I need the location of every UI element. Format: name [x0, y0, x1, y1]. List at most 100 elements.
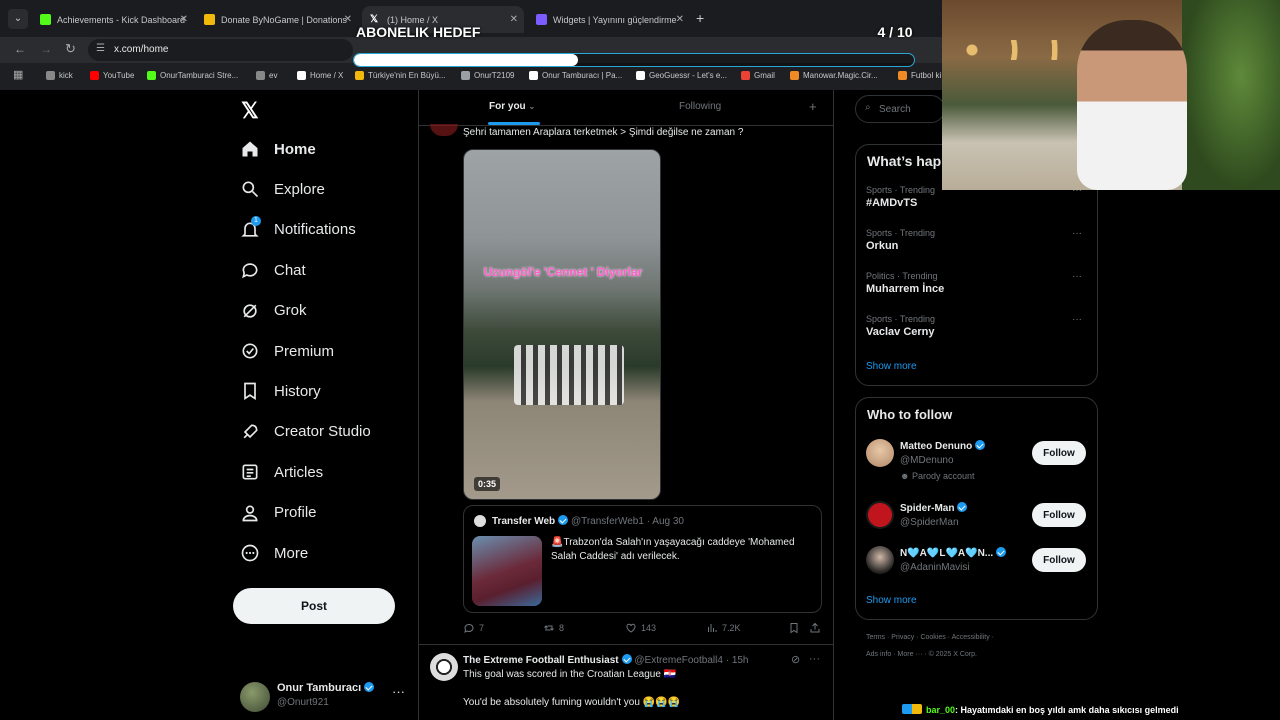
site-settings-icon[interactable]: ☰ [96, 43, 105, 54]
trend-item[interactable]: Sports · Trending Vaclav Cerny ··· [866, 314, 1086, 338]
bookmark-button[interactable] [788, 622, 804, 634]
more-dots-icon[interactable]: ··· [1072, 228, 1082, 239]
bookmark-item[interactable]: Gmail [741, 66, 775, 84]
tab-kick[interactable]: Achievements - Kick Dashboard ✕ [32, 6, 194, 33]
apps-icon[interactable]: ▦ [13, 68, 23, 81]
bookmark-item[interactable]: Futbol ki [898, 66, 941, 84]
more-dots-icon[interactable]: ··· [1072, 271, 1082, 282]
post-author-name[interactable]: The Extreme Football Enthusiast [463, 655, 619, 666]
bookmark-item[interactable]: GeoGuessr - Let's e... [636, 66, 727, 84]
bookmark-icon [244, 383, 256, 401]
forward-icon[interactable]: → [40, 42, 52, 56]
follow-button[interactable]: Follow [1032, 503, 1086, 527]
bookmark-item[interactable]: OnurTamburaci Stre... [147, 66, 238, 84]
post-video[interactable]: Uzungöl'e 'Cennet ' Diyorlar 0:35 [463, 149, 661, 500]
post-author-handle: @ExtremeFootball4 [634, 655, 723, 666]
bookmark-favicon-icon [741, 70, 750, 80]
sidebar-item-premium[interactable]: Premium [240, 333, 334, 369]
bookmark-favicon-icon [256, 70, 265, 80]
sidebar-item-grok[interactable]: Grok [240, 293, 307, 329]
post-avatar[interactable] [430, 653, 458, 681]
grok-icon[interactable]: ⊘ [791, 653, 800, 666]
add-feed-icon[interactable]: + [809, 99, 817, 114]
chevron-down-icon: ⌄ [528, 102, 536, 111]
webcam-plants [1182, 0, 1280, 190]
trend-item[interactable]: Politics · Trending Muharrem İnce ··· [866, 271, 1086, 295]
x-logo[interactable]: 𝕏 [241, 98, 259, 124]
sidebar-item-profile[interactable]: Profile [240, 495, 317, 531]
verified-badge-icon [558, 515, 569, 525]
verified-badge-icon [621, 654, 632, 664]
quote-image [472, 536, 542, 606]
tab-following[interactable]: Following [679, 101, 721, 112]
search-input[interactable]: ⌕ Search [855, 95, 945, 123]
bookmark-item[interactable]: OnurT2109 [461, 66, 514, 84]
bookmark-item[interactable]: Home / X [297, 66, 343, 84]
follow-handle: @MDenuno [900, 455, 954, 466]
bookmark-item[interactable]: Onur Tamburacı | Pa... [529, 66, 622, 84]
footer-links[interactable]: Ads info · More ··· · © 2025 X Corp. [866, 651, 977, 658]
more-dots-icon[interactable]: ··· [392, 684, 405, 699]
feed-header: For you ⌄ Following + [419, 90, 833, 126]
reply-button[interactable]: 7 [463, 622, 484, 634]
url-field[interactable]: ☰ x.com/home [88, 39, 353, 61]
follow-note: Parody account [911, 471, 975, 481]
verified-badge-icon [957, 502, 968, 512]
subscriber-goal-count: 4 / 10 [877, 24, 913, 40]
quoted-post[interactable]: Transfer Web @TransferWeb1 · Aug 30 🚨Tra… [463, 505, 822, 613]
articles-icon [242, 464, 258, 480]
avatar [866, 501, 894, 529]
bookmark-item[interactable]: Türkiye'nin En Büyü... [355, 66, 446, 84]
follow-button[interactable]: Follow [1032, 441, 1086, 465]
bookmark-favicon-icon [46, 70, 55, 80]
back-icon[interactable]: ← [14, 42, 26, 56]
views-button[interactable]: 7.2K [706, 622, 741, 634]
show-more-link[interactable]: Show more [866, 595, 917, 606]
tab-widgets[interactable]: Widgets | Yayınını güçlendirme ✕ [528, 6, 690, 33]
post-text: You'd be absolutely fuming wouldn't you … [463, 697, 681, 708]
tab-for-you[interactable]: For you ⌄ [489, 101, 535, 112]
trend-item[interactable]: Sports · Trending Orkun ··· [866, 228, 1086, 252]
quote-author-handle: @TransferWeb1 [570, 516, 644, 527]
sidebar-item-home[interactable]: Home [240, 131, 316, 167]
follow-suggestion[interactable]: N🩵A🩵L🩵A🩵N... @AdaninMavisi Follow [866, 546, 1091, 590]
show-more-link[interactable]: Show more [866, 361, 917, 372]
sidebar-item-more[interactable]: More [240, 535, 308, 571]
footer-links[interactable]: Terms · Privacy · Cookies · Accessibilit… [866, 634, 994, 641]
like-button[interactable]: 143 [625, 622, 656, 634]
more-dots-icon[interactable]: ··· [1072, 314, 1082, 325]
share-button[interactable] [809, 622, 825, 634]
sidebar-item-articles[interactable]: Articles [240, 454, 323, 490]
sidebar-item-notifications[interactable]: 1 Notifications [240, 212, 356, 248]
profile-icon [242, 505, 258, 521]
close-icon[interactable]: ✕ [344, 14, 352, 25]
tab-list-button[interactable]: ⌄ [8, 9, 28, 29]
new-tab-icon[interactable]: + [696, 10, 704, 26]
trend-meta: Sports · Trending [866, 314, 936, 324]
webcam-person [1077, 20, 1187, 190]
bookmark-item[interactable]: Manowar.Magic.Cir... [790, 66, 878, 84]
more-dots-icon[interactable]: ··· [809, 653, 820, 665]
bookmark-item[interactable]: kick [46, 66, 73, 84]
account-switcher[interactable]: Onur Tamburacı @Onurt921 ··· [240, 680, 410, 712]
reload-icon[interactable]: ↻ [65, 41, 76, 57]
tab-bynogame[interactable]: Donate ByNoGame | Donations ✕ [196, 6, 358, 33]
post-button[interactable]: Post [233, 588, 395, 624]
follow-button[interactable]: Follow [1032, 548, 1086, 572]
bookmark-item[interactable]: ev [256, 66, 277, 84]
bookmark-item[interactable]: YouTube [90, 66, 134, 84]
post-text: Şehri tamamen Araplara terketmek > Şimdi… [463, 127, 744, 138]
follow-suggestion[interactable]: Matteo Denuno @MDenuno ☻ Parody account Fol… [866, 439, 1091, 483]
close-icon[interactable]: ✕ [180, 14, 188, 25]
follow-handle: @AdaninMavisi [900, 562, 970, 573]
sidebar-item-creator-studio[interactable]: Creator Studio [240, 414, 371, 450]
sidebar-item-chat[interactable]: Chat [240, 252, 306, 288]
close-icon[interactable]: ✕ [676, 14, 684, 25]
repost-button[interactable]: 8 [543, 622, 564, 634]
follow-suggestion[interactable]: Spider-Man @SpiderMan Follow [866, 501, 1091, 545]
sidebar-item-history[interactable]: History [240, 373, 321, 409]
close-icon[interactable]: ✕ [510, 14, 518, 25]
sidebar-item-explore[interactable]: Explore [240, 171, 325, 207]
follow-handle: @SpiderMan [900, 517, 959, 528]
trend-name: Vaclav Cerny [866, 326, 935, 338]
